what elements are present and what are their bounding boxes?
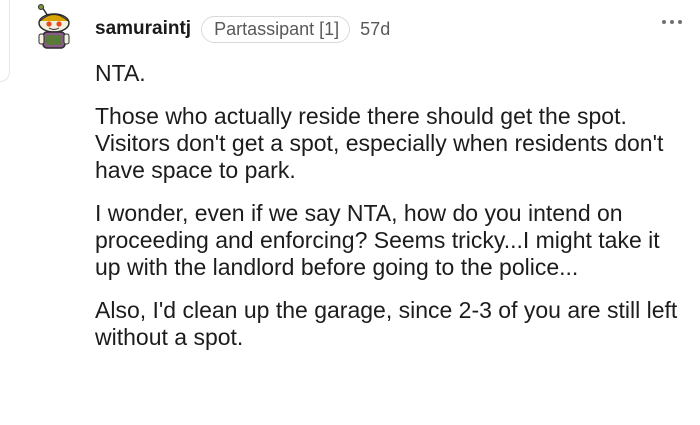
thread-line[interactable] xyxy=(0,0,10,82)
comment-header: samuraintj Partassipant [1] 57d xyxy=(95,14,390,44)
avatar[interactable] xyxy=(34,4,72,52)
comment-paragraph: Those who actually reside there should g… xyxy=(95,103,664,183)
user-flair-badge: Partassipant [1] xyxy=(201,15,351,43)
comment-timestamp[interactable]: 57d xyxy=(360,19,390,40)
dot xyxy=(662,20,666,24)
username-link[interactable]: samuraintj xyxy=(95,18,191,40)
dot xyxy=(670,20,674,24)
snoo-avatar-icon xyxy=(38,4,70,49)
comment-paragraph: NTA. xyxy=(95,60,146,86)
comment-paragraph: I wonder, even if we say NTA, how do you… xyxy=(95,200,660,280)
comment-body: NTA. Those who actually reside there sho… xyxy=(95,60,685,367)
comment-paragraph: Also, I'd clean up the garage, since 2-3… xyxy=(95,297,678,350)
comment: samuraintj Partassipant [1] 57d NTA. Tho… xyxy=(0,0,700,425)
dot xyxy=(678,20,682,24)
more-options-icon[interactable] xyxy=(662,20,682,24)
